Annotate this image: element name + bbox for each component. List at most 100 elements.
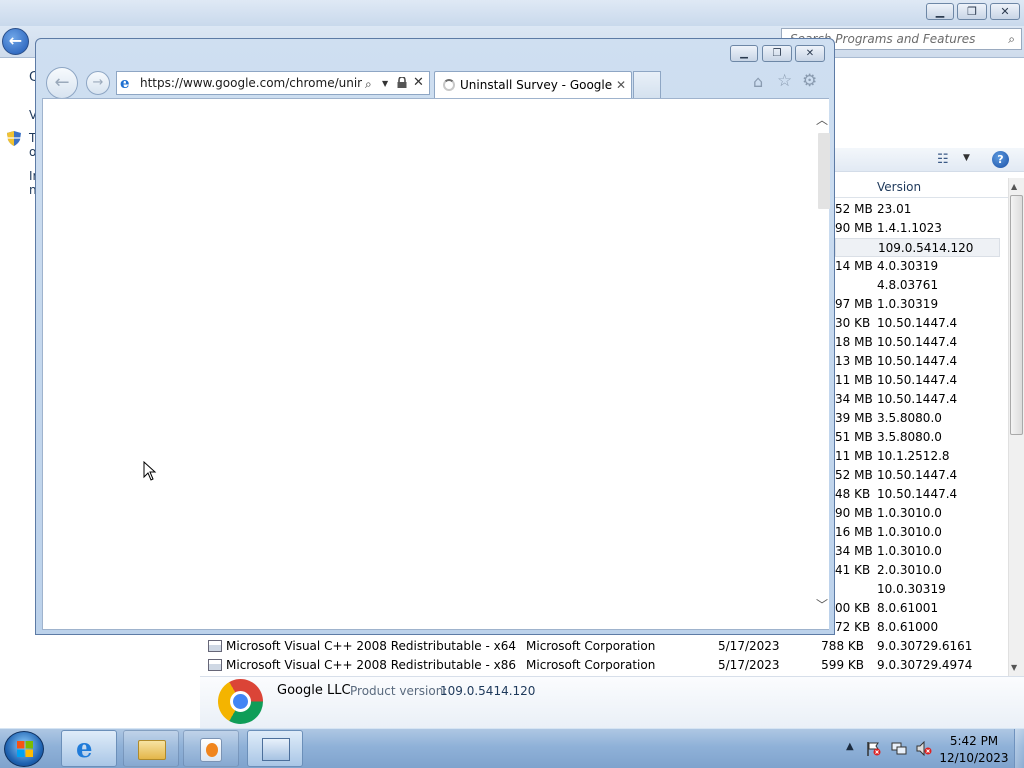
taskbar-ie-button[interactable]: e <box>61 730 117 767</box>
table-row[interactable]: 109.0.5414.120 <box>835 238 1000 257</box>
ie-scroll-thumb[interactable] <box>818 133 830 209</box>
table-row[interactable]: 48 KB 10.50.1447.4 <box>835 485 1000 504</box>
row-version: 10.0.30319 <box>877 582 946 596</box>
home-icon[interactable]: ⌂ <box>753 72 763 91</box>
ie-page-content[interactable]: ︿ ﹀ <box>42 98 830 630</box>
show-desktop-button[interactable] <box>1014 729 1024 768</box>
row-version: 3.5.8080.0 <box>877 411 942 425</box>
table-row[interactable]: 30 KB 10.50.1447.4 <box>835 314 1000 333</box>
table-row[interactable]: 52 MB 23.01 <box>835 200 1000 219</box>
table-row[interactable]: 16 MB 1.0.3010.0 <box>835 523 1000 542</box>
tray-expand-icon[interactable]: ▲ <box>846 741 854 752</box>
table-row[interactable]: 11 MB 10.50.1447.4 <box>835 371 1000 390</box>
view-options-icon[interactable]: ☷ <box>937 152 949 167</box>
action-center-flag-icon[interactable] <box>866 741 882 756</box>
row-size: 18 MB <box>835 335 873 349</box>
help-icon[interactable]: ? <box>992 151 1009 168</box>
table-row[interactable]: 90 MB 1.4.1.1023 <box>835 219 1000 238</box>
ie-url-text[interactable]: https://www.google.com/chrome/uninst <box>140 72 362 94</box>
chevron-down-icon[interactable]: ▼ <box>382 73 388 95</box>
row-version: 9.0.30729.6161 <box>877 639 973 653</box>
ie-tab-active[interactable]: Uninstall Survey - Google C... ✕ <box>434 71 632 98</box>
scroll-up-icon[interactable]: ▲ <box>1011 182 1017 191</box>
program-icon <box>208 640 222 652</box>
row-version: 1.0.30319 <box>877 297 939 311</box>
table-row[interactable]: 39 MB 3.5.8080.0 <box>835 409 1000 428</box>
table-row[interactable]: 51 MB 3.5.8080.0 <box>835 428 1000 447</box>
chevron-down-icon[interactable]: ▼ <box>963 153 970 163</box>
star-icon[interactable]: ☆ <box>777 71 792 91</box>
close-icon[interactable]: ✕ <box>616 72 626 98</box>
cp-close-button[interactable]: ✕ <box>990 3 1020 20</box>
ie-restore-button[interactable]: ❐ <box>762 45 792 62</box>
table-row[interactable]: 10.0.30319 <box>835 580 1000 599</box>
stop-icon[interactable]: ✕ <box>413 72 424 94</box>
row-size: 16 MB <box>835 525 873 539</box>
chrome-logo-icon <box>218 679 263 724</box>
row-version: 9.0.30729.4974 <box>877 658 973 672</box>
chevron-down-icon[interactable]: ﹀ <box>816 596 828 613</box>
row-version: 10.50.1447.4 <box>877 487 958 501</box>
column-header-version[interactable]: Version <box>877 180 921 194</box>
cp-scroll-thumb[interactable] <box>1010 195 1023 435</box>
windows-logo-icon <box>17 741 33 757</box>
network-icon[interactable] <box>891 741 907 756</box>
table-row[interactable]: 41 KB 2.0.3010.0 <box>835 561 1000 580</box>
chevron-up-icon[interactable]: ︿ <box>816 111 828 128</box>
row-size: 90 MB <box>835 506 873 520</box>
table-row[interactable]: 11 MB 10.1.2512.8 <box>835 447 1000 466</box>
details-product-version-label: Product version: <box>350 684 448 698</box>
table-row[interactable]: 4.8.03761 <box>835 276 1000 295</box>
table-row[interactable]: 72 KB 8.0.61000 <box>835 618 1000 637</box>
row-size: 13 MB <box>835 354 873 368</box>
cp-back-button[interactable]: ← <box>2 28 29 55</box>
taskbar-explorer-button[interactable] <box>123 730 179 767</box>
ie-minimize-button[interactable]: ▁ <box>730 45 758 62</box>
volume-muted-icon[interactable] <box>916 741 932 756</box>
cp-restore-button[interactable]: ❐ <box>957 3 987 20</box>
ie-new-tab-button[interactable] <box>633 71 661 98</box>
cp-column-header <box>835 178 1008 198</box>
row-version: 2.0.3010.0 <box>877 563 942 577</box>
start-button[interactable] <box>4 731 44 767</box>
row-publisher: Microsoft Corporation <box>526 639 656 653</box>
table-row[interactable]: 14 MB 4.0.30319 <box>835 257 1000 276</box>
control-panel-icon <box>262 738 290 761</box>
table-row[interactable]: 52 MB 10.50.1447.4 <box>835 466 1000 485</box>
taskbar-control-panel-button[interactable] <box>247 730 303 767</box>
table-row[interactable]: Microsoft Visual C++ 2008 Redistributabl… <box>204 656 1000 675</box>
table-row[interactable]: 34 MB 10.50.1447.4 <box>835 390 1000 409</box>
table-row[interactable]: 18 MB 10.50.1447.4 <box>835 333 1000 352</box>
cp-titlebar: ▁ ❐ ✕ <box>0 0 1024 26</box>
table-row[interactable]: 97 MB 1.0.30319 <box>835 295 1000 314</box>
row-version: 1.4.1.1023 <box>877 221 942 235</box>
ie-window: ▁ ❐ ✕ ← → e https://www.google.com/chrom… <box>35 38 835 635</box>
row-version: 4.8.03761 <box>877 278 939 292</box>
ie-forward-button[interactable]: → <box>86 71 110 95</box>
ie-page-icon: e <box>120 74 130 92</box>
ie-vertical-scrollbar[interactable]: ︿ ﹀ <box>816 99 830 629</box>
table-row[interactable]: 34 MB 1.0.3010.0 <box>835 542 1000 561</box>
search-icon[interactable]: ⌕ <box>365 73 372 95</box>
clock-time[interactable]: 5:42 PM <box>935 734 1013 748</box>
ie-address-bar[interactable]: e https://www.google.com/chrome/uninst ⌕… <box>116 71 430 95</box>
table-row[interactable]: 13 MB 10.50.1447.4 <box>835 352 1000 371</box>
table-row[interactable]: Microsoft Visual C++ 2008 Redistributabl… <box>204 637 1000 656</box>
gear-icon[interactable]: ⚙ <box>802 71 817 91</box>
clock-date[interactable]: 12/10/2023 <box>935 751 1013 765</box>
ie-back-button[interactable]: ← <box>46 67 78 99</box>
taskbar-media-player-button[interactable] <box>183 730 239 767</box>
scroll-down-icon[interactable]: ▼ <box>1011 663 1017 672</box>
cp-minimize-button[interactable]: ▁ <box>926 3 954 20</box>
table-row[interactable]: 00 KB 8.0.61001 <box>835 599 1000 618</box>
details-company: Google LLC <box>277 683 351 698</box>
row-version: 10.50.1447.4 <box>877 468 958 482</box>
folder-icon <box>138 740 166 760</box>
row-version: 23.01 <box>877 202 912 216</box>
lock-icon[interactable] <box>397 77 407 88</box>
row-version: 10.50.1447.4 <box>877 316 958 330</box>
row-name: Microsoft Visual C++ 2008 Redistributabl… <box>226 639 516 653</box>
ie-close-button[interactable]: ✕ <box>795 45 825 62</box>
row-version: 109.0.5414.120 <box>878 241 974 255</box>
table-row[interactable]: 90 MB 1.0.3010.0 <box>835 504 1000 523</box>
